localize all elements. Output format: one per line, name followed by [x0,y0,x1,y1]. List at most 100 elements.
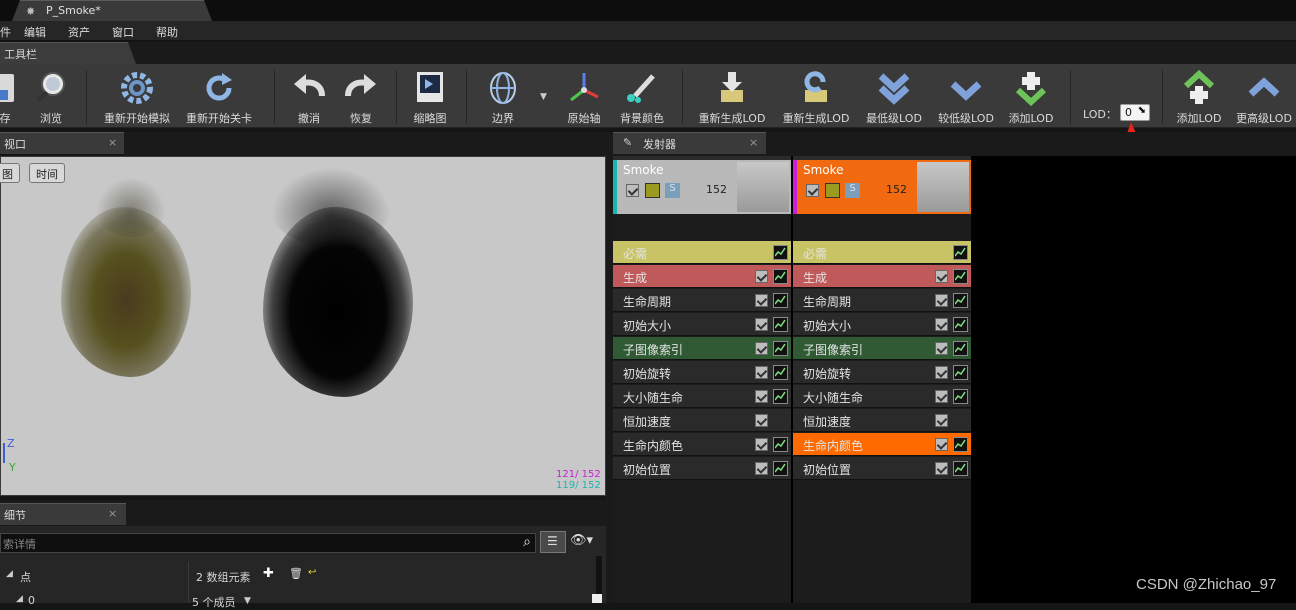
details-search-input[interactable]: 索详情 ⌕ [0,533,536,553]
close-icon[interactable]: × [108,507,117,520]
emitter-header[interactable]: Smoke S 152 [613,156,791,214]
sprite-s-icon[interactable]: S [845,183,860,198]
solo-icon[interactable] [645,183,660,198]
bounds-dropdown-icon[interactable]: ▼ [540,92,547,102]
module-enabled-checkbox[interactable] [935,294,948,307]
curve-editor-icon[interactable] [773,245,788,260]
eye-icon[interactable]: 👁▾ [570,533,593,548]
close-icon[interactable]: × [108,136,117,149]
module-enabled-checkbox[interactable] [755,438,768,451]
module-row[interactable]: 初始大小 [613,313,791,336]
close-icon[interactable]: × [749,136,758,149]
curve-editor-icon[interactable] [953,245,968,260]
module-row[interactable]: 初始大小 [793,313,971,336]
view-button[interactable]: 图 [0,163,20,183]
higher-lod-button[interactable]: 更高级LOD [1232,68,1296,126]
emitter-enabled-checkbox[interactable] [626,184,639,197]
reset-icon[interactable]: ↩ [308,567,316,578]
curve-editor-icon[interactable] [773,437,788,452]
module-enabled-checkbox[interactable] [935,366,948,379]
module-row[interactable]: 生成 [613,265,791,288]
browse-button[interactable]: 浏览 [28,68,74,126]
curve-editor-icon[interactable] [773,365,788,380]
module-row[interactable]: 初始旋转 [793,361,971,384]
save-button[interactable]: 存 [0,68,22,126]
module-row[interactable]: 生成 [793,265,971,288]
curve-editor-icon[interactable] [953,269,968,284]
module-enabled-checkbox[interactable] [755,390,768,403]
curve-editor-icon[interactable] [773,317,788,332]
regen-lod-button-1[interactable]: 重新生成LOD [694,68,770,126]
module-enabled-checkbox[interactable] [935,438,948,451]
chevron-down-icon[interactable]: ▼ [244,596,251,606]
module-enabled-checkbox[interactable] [935,270,948,283]
module-enabled-checkbox[interactable] [935,318,948,331]
redo-button[interactable]: 恢复 [338,68,384,126]
curve-editor-icon[interactable] [953,389,968,404]
module-row[interactable]: 初始位置 [793,457,971,480]
curve-editor-icon[interactable] [953,461,968,476]
menu-window[interactable]: 窗口 [112,24,134,40]
curve-editor-icon[interactable] [953,365,968,380]
module-enabled-checkbox[interactable] [935,390,948,403]
module-row[interactable]: 恒加速度 [613,409,791,432]
lod-spinbox[interactable]: 0 ⬊ [1120,104,1150,121]
curve-editor-icon[interactable] [773,389,788,404]
module-row[interactable]: 生命内颜色 [613,433,791,456]
origin-axis-button[interactable]: 原始轴 [562,68,606,126]
details-tab[interactable]: 细节 × [0,503,126,525]
module-row[interactable]: 大小随生命 [613,385,791,408]
bg-color-button[interactable]: 背景颜色 [616,68,668,126]
emitter-header[interactable]: Smoke S 152 [793,156,971,214]
search-icon[interactable]: ⌕ [523,534,531,550]
lower-lod-button[interactable]: 较低级LOD [934,68,998,126]
document-tab[interactable]: ✸ P_Smoke* [12,0,212,21]
list-view-button[interactable]: ☰ [540,531,566,553]
add-lod-button-2[interactable]: 添加LOD [1174,68,1224,126]
thumbnail-button[interactable]: 缩略图 [406,68,454,126]
bounds-button[interactable]: 边界 [478,68,528,126]
module-enabled-checkbox[interactable] [935,414,948,427]
module-row[interactable]: 必需 [793,241,971,264]
curve-editor-icon[interactable] [773,341,788,356]
module-enabled-checkbox[interactable] [935,342,948,355]
module-enabled-checkbox[interactable] [755,342,768,355]
module-row[interactable]: 恒加速度 [793,409,971,432]
module-row[interactable]: 初始旋转 [613,361,791,384]
add-icon[interactable]: ✚ [263,566,274,581]
curve-editor-icon[interactable] [773,269,788,284]
module-row[interactable]: 必需 [613,241,791,264]
regen-lod-button-2[interactable]: 重新生成LOD [778,68,854,126]
solo-icon[interactable] [825,183,840,198]
expand-arrow-icon[interactable]: ◢ [6,569,13,579]
curve-editor-icon[interactable] [773,293,788,308]
viewport[interactable]: 图 时间 Z Y 121/ 152 119/ 152 [0,156,606,496]
menu-file[interactable]: 件 [0,24,11,40]
module-row[interactable]: 大小随生命 [793,385,971,408]
module-row[interactable]: 生命内颜色 [793,433,971,456]
curve-editor-icon[interactable] [953,317,968,332]
sprite-s-icon[interactable]: S [665,183,680,198]
emitter-enabled-checkbox[interactable] [806,184,819,197]
lowest-lod-button[interactable]: 最低级LOD [862,68,926,126]
scroll-thumb[interactable] [592,594,602,603]
curve-editor-icon[interactable] [953,437,968,452]
module-enabled-checkbox[interactable] [755,294,768,307]
module-row[interactable]: 生命周期 [613,289,791,312]
restart-sim-button[interactable]: 重新开始模拟 [98,68,176,126]
module-row[interactable]: 子图像索引 [793,337,971,360]
module-enabled-checkbox[interactable] [755,462,768,475]
module-enabled-checkbox[interactable] [755,366,768,379]
toolbar-tab[interactable]: 工具栏 [0,42,136,64]
emitter-tab[interactable]: ✎ 发射器 × [613,132,766,154]
add-lod-button-1[interactable]: 添加LOD [1006,68,1056,126]
curve-editor-icon[interactable] [773,461,788,476]
module-row[interactable]: 生命周期 [793,289,971,312]
module-enabled-checkbox[interactable] [935,462,948,475]
menu-help[interactable]: 帮助 [156,24,178,40]
module-row[interactable]: 初始位置 [613,457,791,480]
menu-edit[interactable]: 编辑 [24,24,46,40]
module-enabled-checkbox[interactable] [755,318,768,331]
undo-button[interactable]: 撤消 [286,68,332,126]
viewport-tab[interactable]: 视口 × [0,132,124,154]
